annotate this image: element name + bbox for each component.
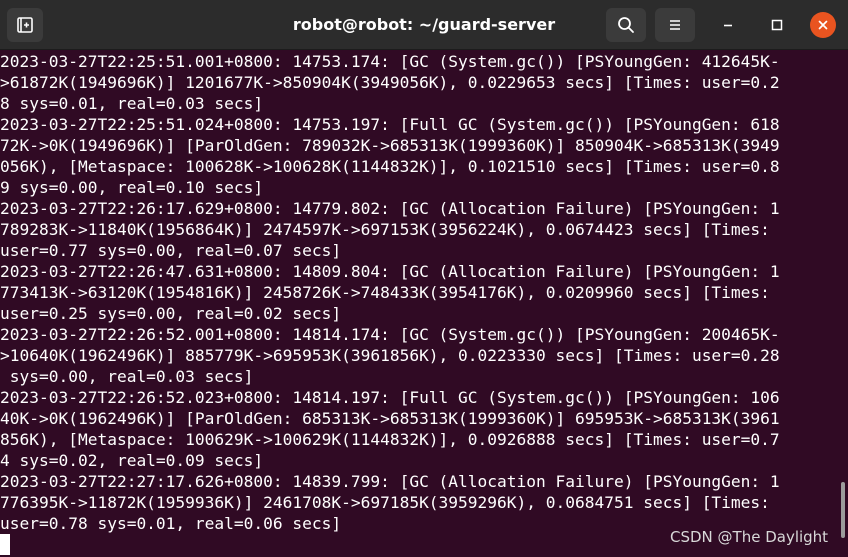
terminal-line: user=0.25 sys=0.00, real=0.02 secs] bbox=[0, 304, 342, 323]
terminal-line: 4 sys=0.02, real=0.09 secs] bbox=[0, 451, 264, 470]
search-icon bbox=[618, 17, 634, 33]
maximize-button[interactable] bbox=[762, 10, 792, 40]
minimize-icon bbox=[724, 24, 732, 27]
terminal-line: 776395K->11872K(1959936K)] 2461708K->697… bbox=[0, 493, 770, 512]
terminal-line: user=0.78 sys=0.01, real=0.06 secs] bbox=[0, 514, 342, 533]
terminal-line: 40K->0K(1962496K)] [ParOldGen: 685313K->… bbox=[0, 409, 780, 428]
new-tab-button[interactable] bbox=[7, 8, 43, 42]
terminal-line: 2023-03-27T22:26:52.023+0800: 14814.197:… bbox=[0, 388, 780, 407]
terminal-line: 056K), [Metaspace: 100628K->100628K(1144… bbox=[0, 157, 780, 176]
terminal-line: >10640K(1962496K)] 885779K->695953K(3961… bbox=[0, 346, 780, 365]
terminal-line: 9 sys=0.00, real=0.10 secs] bbox=[0, 178, 264, 197]
terminal-line: 2023-03-27T22:26:52.001+0800: 14814.174:… bbox=[0, 325, 780, 344]
terminal-line: 2023-03-27T22:25:51.001+0800: 14753.174:… bbox=[0, 52, 780, 71]
terminal-line: >61872K(1949696K)] 1201677K->850904K(394… bbox=[0, 73, 780, 92]
scrollbar-thumb[interactable] bbox=[841, 482, 845, 538]
terminal-line: 8 sys=0.01, real=0.03 secs] bbox=[0, 94, 264, 113]
close-icon bbox=[818, 20, 828, 30]
terminal-line: 2023-03-27T22:26:17.629+0800: 14779.802:… bbox=[0, 199, 780, 218]
minimize-button[interactable] bbox=[713, 10, 743, 40]
terminal-output[interactable]: 2023-03-27T22:25:51.001+0800: 14753.174:… bbox=[0, 50, 840, 557]
text-cursor bbox=[0, 534, 10, 555]
watermark: CSDN @The Daylight bbox=[670, 528, 829, 546]
terminal-line: sys=0.00, real=0.03 secs] bbox=[0, 367, 254, 386]
terminal-line: 72K->0K(1949696K)] [ParOldGen: 789032K->… bbox=[0, 136, 780, 155]
terminal-window: robot@robot: ~/guard-server 2023-03-27T2… bbox=[0, 0, 848, 557]
terminal-line: 2023-03-27T22:25:51.024+0800: 14753.197:… bbox=[0, 115, 780, 134]
title-bar: robot@robot: ~/guard-server bbox=[0, 0, 848, 50]
terminal-line: 773413K->63120K(1954816K)] 2458726K->748… bbox=[0, 283, 770, 302]
menu-button[interactable] bbox=[655, 8, 695, 42]
maximize-icon bbox=[771, 19, 783, 31]
terminal-line: 856K), [Metaspace: 100629K->100629K(1144… bbox=[0, 430, 780, 449]
terminal-line: user=0.77 sys=0.00, real=0.07 secs] bbox=[0, 241, 342, 260]
search-button[interactable] bbox=[606, 8, 646, 42]
terminal-line: 2023-03-27T22:26:47.631+0800: 14809.804:… bbox=[0, 262, 780, 281]
terminal-line: 2023-03-27T22:27:17.626+0800: 14839.799:… bbox=[0, 472, 780, 491]
terminal-line: 789283K->11840K(1956864K)] 2474597K->697… bbox=[0, 220, 770, 239]
hamburger-menu-icon bbox=[670, 20, 680, 30]
close-button[interactable] bbox=[810, 12, 836, 38]
new-tab-icon bbox=[17, 17, 33, 33]
